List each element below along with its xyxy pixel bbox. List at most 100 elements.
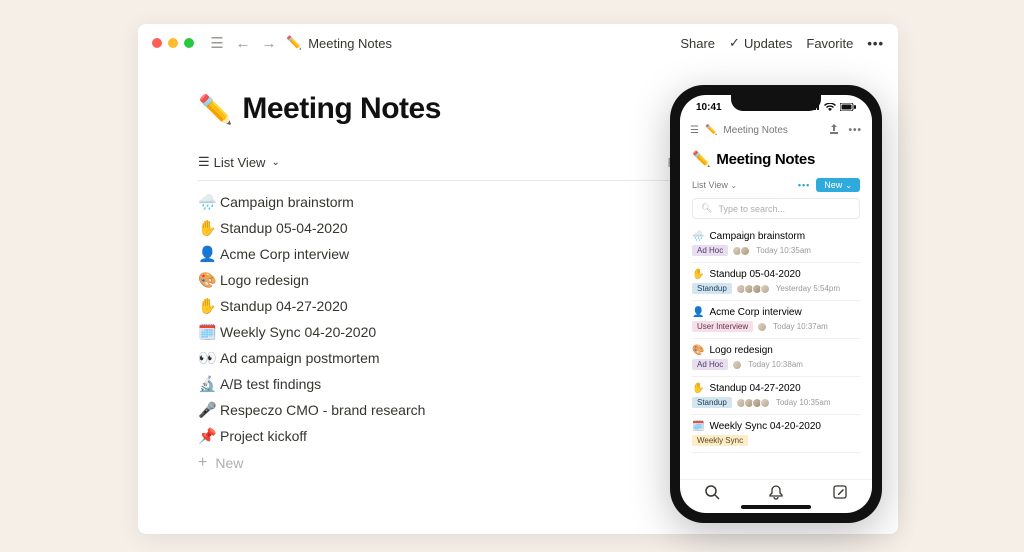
breadcrumb-text: Meeting Notes [308,36,392,51]
row-label: Standup 04-27-2020 [709,383,800,394]
list-item[interactable]: ✋Standup 05-04-2020StandupYesterday 5:54… [692,263,860,301]
list-item[interactable]: 🌧️ Campaign brainstorm Ad Hoc Today 10:35am [692,225,860,263]
status-time: 10:41 [696,102,722,113]
avatars [734,246,750,256]
notifications-tab-icon[interactable] [768,484,784,505]
row-label: Respeczo CMO - brand research [220,402,425,418]
row-label: Ad campaign postmortem [220,350,380,366]
tag-badge: Ad Hoc [692,245,728,256]
list-item[interactable]: 🗓️ Weekly Sync 04-20-2020 Weekly Sync [692,415,860,453]
share-button[interactable]: Share [680,36,715,51]
titlebar: ☰ ← → ✏️ Meeting Notes Share ✓ Updates F… [138,24,898,62]
breadcrumb[interactable]: ✏️ Meeting Notes [286,35,392,51]
row-label: Weekly Sync 04-20-2020 [220,324,376,340]
row-emoji-icon: 🎨 [692,345,704,356]
row-label: Standup 05-04-2020 [709,269,800,280]
avatar [760,284,770,294]
chevron-down-icon: ⌄ [730,181,737,190]
row-label: Standup 05-04-2020 [220,220,348,236]
row-emoji-icon: 🌧️ [198,193,220,211]
row-label: Logo redesign [709,345,772,356]
home-indicator [741,505,811,509]
row-emoji-icon: 🌧️ [692,231,704,242]
view-tab-list[interactable]: List View ⌄ [692,180,737,190]
row-label: Acme Corp interview [220,246,349,262]
forward-icon[interactable]: → [260,34,278,52]
search-tab-icon[interactable] [704,484,720,505]
search-input[interactable]: 🔍︎ Type to search... [692,198,860,219]
row-emoji-icon: 🗓️ [692,421,704,432]
row-emoji-icon: 👤 [692,307,704,318]
tag-badge: Weekly Sync [692,435,748,446]
tag-badge: Standup [692,397,732,408]
updates-button[interactable]: ✓ Updates [729,35,792,51]
mobile-note-list: 🌧️ Campaign brainstorm Ad Hoc Today 10:35am… [680,225,872,479]
more-icon[interactable]: ••• [867,36,884,51]
menu-icon[interactable]: ☰ [690,125,699,136]
row-emoji-icon: 🎤 [198,401,220,419]
list-item[interactable]: 👤Acme Corp interviewUser InterviewToday … [692,301,860,339]
menu-icon[interactable]: ☰ [208,34,226,52]
row-emoji-icon: ✋ [692,383,704,394]
row-label: Weekly Sync 04-20-2020 [709,421,821,432]
breadcrumb-text[interactable]: Meeting Notes [723,125,787,136]
mobile-view-toolbar: List View ⌄ ••• New ⌄ [680,178,872,198]
check-icon: ✓ [729,35,740,51]
row-label: Campaign brainstorm [220,194,354,210]
compose-tab-icon[interactable] [832,484,848,505]
row-label: Acme Corp interview [709,307,801,318]
chevron-down-icon: ⌄ [845,181,852,190]
row-time: Today 10:38am [748,360,803,369]
pencil-icon: ✏️ [692,150,710,168]
tag-badge: Ad Hoc [692,359,728,370]
row-time: Today 10:35am [776,398,831,407]
mobile-header: ☰ ✏️ Meeting Notes ••• [680,119,872,144]
wifi-icon [824,103,836,111]
more-icon[interactable]: ••• [848,125,862,136]
row-label: Standup 04-27-2020 [220,298,348,314]
row-emoji-icon: 🔬 [198,375,220,393]
list-icon: ☰ [198,154,210,170]
row-emoji-icon: ✋ [198,297,220,315]
row-label: Logo redesign [220,272,309,288]
close-icon[interactable] [152,38,162,48]
favorite-button[interactable]: Favorite [806,36,853,51]
row-emoji-icon: 👀 [198,349,220,367]
avatar [732,360,742,370]
row-time: Today 10:37am [773,322,828,331]
avatar [740,246,750,256]
pencil-icon: ✏️ [705,125,717,136]
chevron-down-icon: ⌄ [271,157,279,168]
search-icon: 🔍︎ [701,203,712,214]
plus-icon: + [198,455,207,471]
new-button[interactable]: New ⌄ [816,178,860,192]
row-time: Today 10:35am [756,246,811,255]
share-icon[interactable] [828,123,840,138]
row-emoji-icon: 👤 [198,245,220,263]
row-label: A/B test findings [220,376,321,392]
minimize-icon[interactable] [168,38,178,48]
row-label: Project kickoff [220,428,307,444]
battery-icon [840,103,856,111]
row-label: Campaign brainstorm [709,231,805,242]
avatars [759,322,767,332]
avatars [738,398,770,408]
phone-screen: 10:41 ☰ ✏️ Meeting Notes [680,95,872,513]
list-item[interactable]: ✋ Standup 04-27-2020 Standup Today 10:35am [692,377,860,415]
mobile-page-title: ✏️ Meeting Notes [680,144,872,178]
back-icon[interactable]: ← [234,34,252,52]
avatars [738,284,770,294]
pencil-icon: ✏️ [198,93,232,126]
view-more-icon[interactable]: ••• [798,180,810,190]
pencil-icon: ✏️ [286,35,302,51]
view-tab-list[interactable]: ☰ List View ⌄ [198,150,280,174]
row-emoji-icon: 📌 [198,427,220,445]
phone-notch [731,95,821,111]
avatars [734,360,742,370]
row-emoji-icon: ✋ [198,219,220,237]
tag-badge: Standup [692,283,732,294]
maximize-icon[interactable] [184,38,194,48]
avatar [757,322,767,332]
list-item[interactable]: 🎨 Logo redesign Ad Hoc Today 10:38am [692,339,860,377]
avatar [760,398,770,408]
